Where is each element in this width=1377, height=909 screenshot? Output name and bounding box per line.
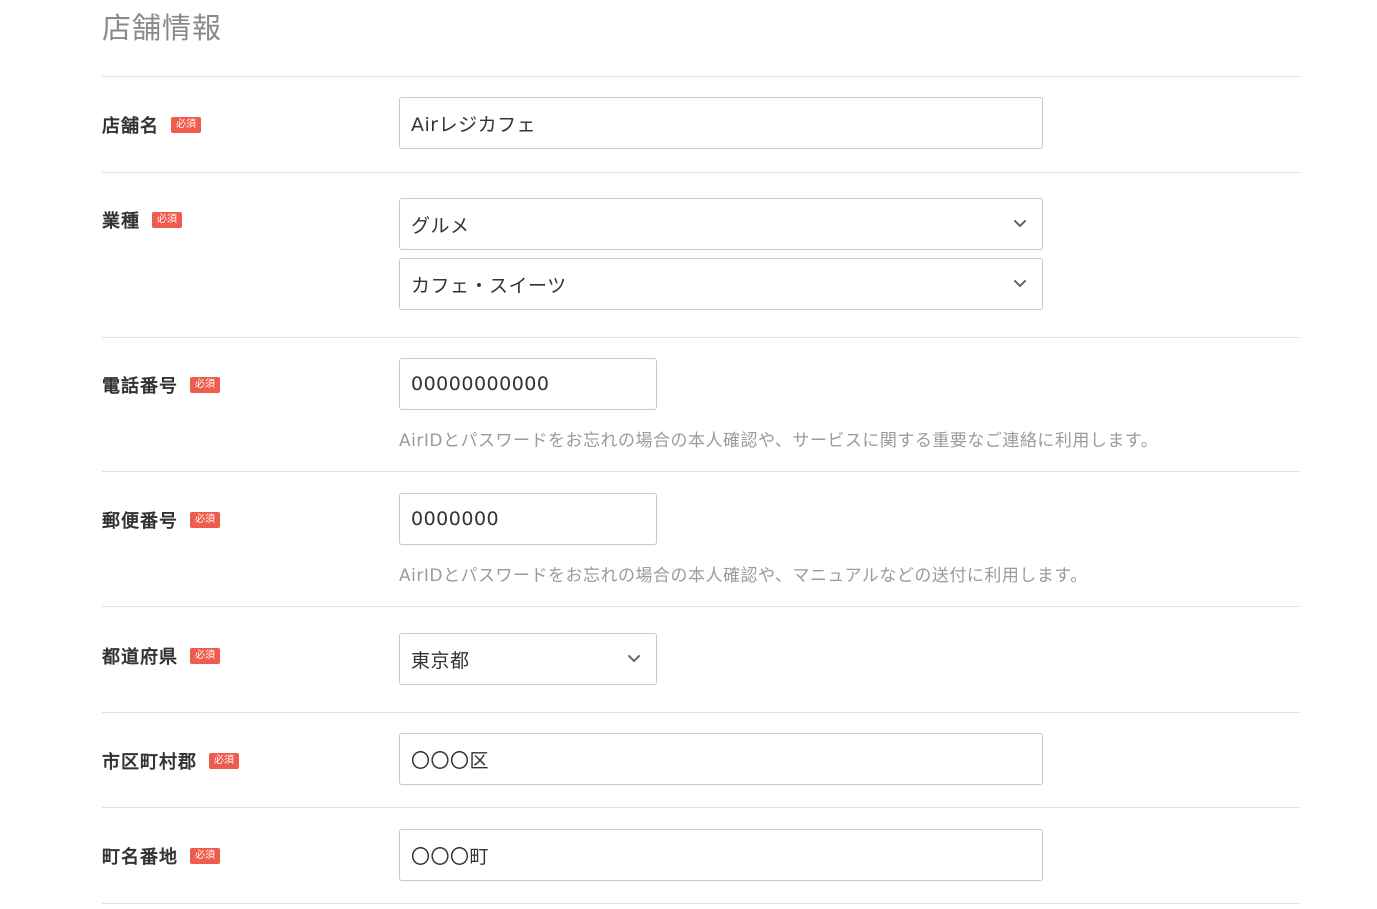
- section-title: 店舗情報: [102, 11, 223, 45]
- prefecture-value: 東京都: [411, 649, 470, 672]
- industry-category-select[interactable]: グルメ: [399, 198, 1043, 250]
- store-name-input[interactable]: Airレジカフェ: [399, 97, 1043, 149]
- prefecture-label-text: 都道府県: [102, 647, 178, 668]
- postal-hint: AirIDとパスワードをお忘れの場合の本人確認や、マニュアルなどの送付に利用しま…: [399, 566, 1088, 586]
- required-badge: 必須: [152, 212, 182, 228]
- prefecture-label: 都道府県 必須: [102, 643, 220, 669]
- address-value: 〇〇〇町: [411, 845, 490, 868]
- divider: [102, 903, 1300, 904]
- address-label-text: 町名番地: [102, 847, 178, 868]
- chevron-down-icon: [628, 655, 640, 662]
- postal-value: 0000000: [411, 508, 500, 530]
- industry-subcategory-value: カフェ・スイーツ: [411, 274, 567, 297]
- postal-label: 郵便番号 必須: [102, 507, 220, 533]
- chevron-down-icon: [1014, 280, 1026, 287]
- address-input[interactable]: 〇〇〇町: [399, 829, 1043, 881]
- city-label: 市区町村郡 必須: [102, 748, 239, 774]
- industry-subcategory-select[interactable]: カフェ・スイーツ: [399, 258, 1043, 310]
- required-badge: 必須: [190, 648, 220, 664]
- divider: [102, 172, 1300, 173]
- divider: [102, 807, 1300, 808]
- divider: [102, 337, 1300, 338]
- phone-hint: AirIDとパスワードをお忘れの場合の本人確認や、サービスに関する重要なご連絡に…: [399, 431, 1159, 451]
- industry-label-text: 業種: [102, 211, 140, 232]
- city-label-text: 市区町村郡: [102, 752, 197, 773]
- prefecture-select[interactable]: 東京都: [399, 633, 657, 685]
- store-info-form: 店舗情報 店舗名 必須 Airレジカフェ 業種 必須 グルメ カフェ・スイーツ …: [0, 0, 1377, 909]
- divider: [102, 76, 1300, 77]
- city-value: 〇〇〇区: [411, 749, 490, 772]
- required-badge: 必須: [171, 117, 201, 133]
- phone-label: 電話番号 必須: [102, 372, 220, 398]
- phone-input[interactable]: 00000000000: [399, 358, 657, 410]
- address-label: 町名番地 必須: [102, 843, 220, 869]
- required-badge: 必須: [190, 512, 220, 528]
- chevron-down-icon: [1014, 220, 1026, 227]
- required-badge: 必須: [190, 848, 220, 864]
- industry-label: 業種 必須: [102, 207, 182, 233]
- industry-category-value: グルメ: [411, 214, 470, 237]
- postal-label-text: 郵便番号: [102, 511, 178, 532]
- divider: [102, 606, 1300, 607]
- store-name-label: 店舗名 必須: [102, 112, 201, 138]
- divider: [102, 471, 1300, 472]
- phone-value: 00000000000: [411, 373, 550, 395]
- divider: [102, 712, 1300, 713]
- postal-input[interactable]: 0000000: [399, 493, 657, 545]
- phone-label-text: 電話番号: [102, 376, 178, 397]
- store-name-value: Airレジカフェ: [411, 113, 537, 136]
- store-name-label-text: 店舗名: [102, 116, 159, 137]
- city-input[interactable]: 〇〇〇区: [399, 733, 1043, 785]
- required-badge: 必須: [190, 377, 220, 393]
- required-badge: 必須: [209, 753, 239, 769]
